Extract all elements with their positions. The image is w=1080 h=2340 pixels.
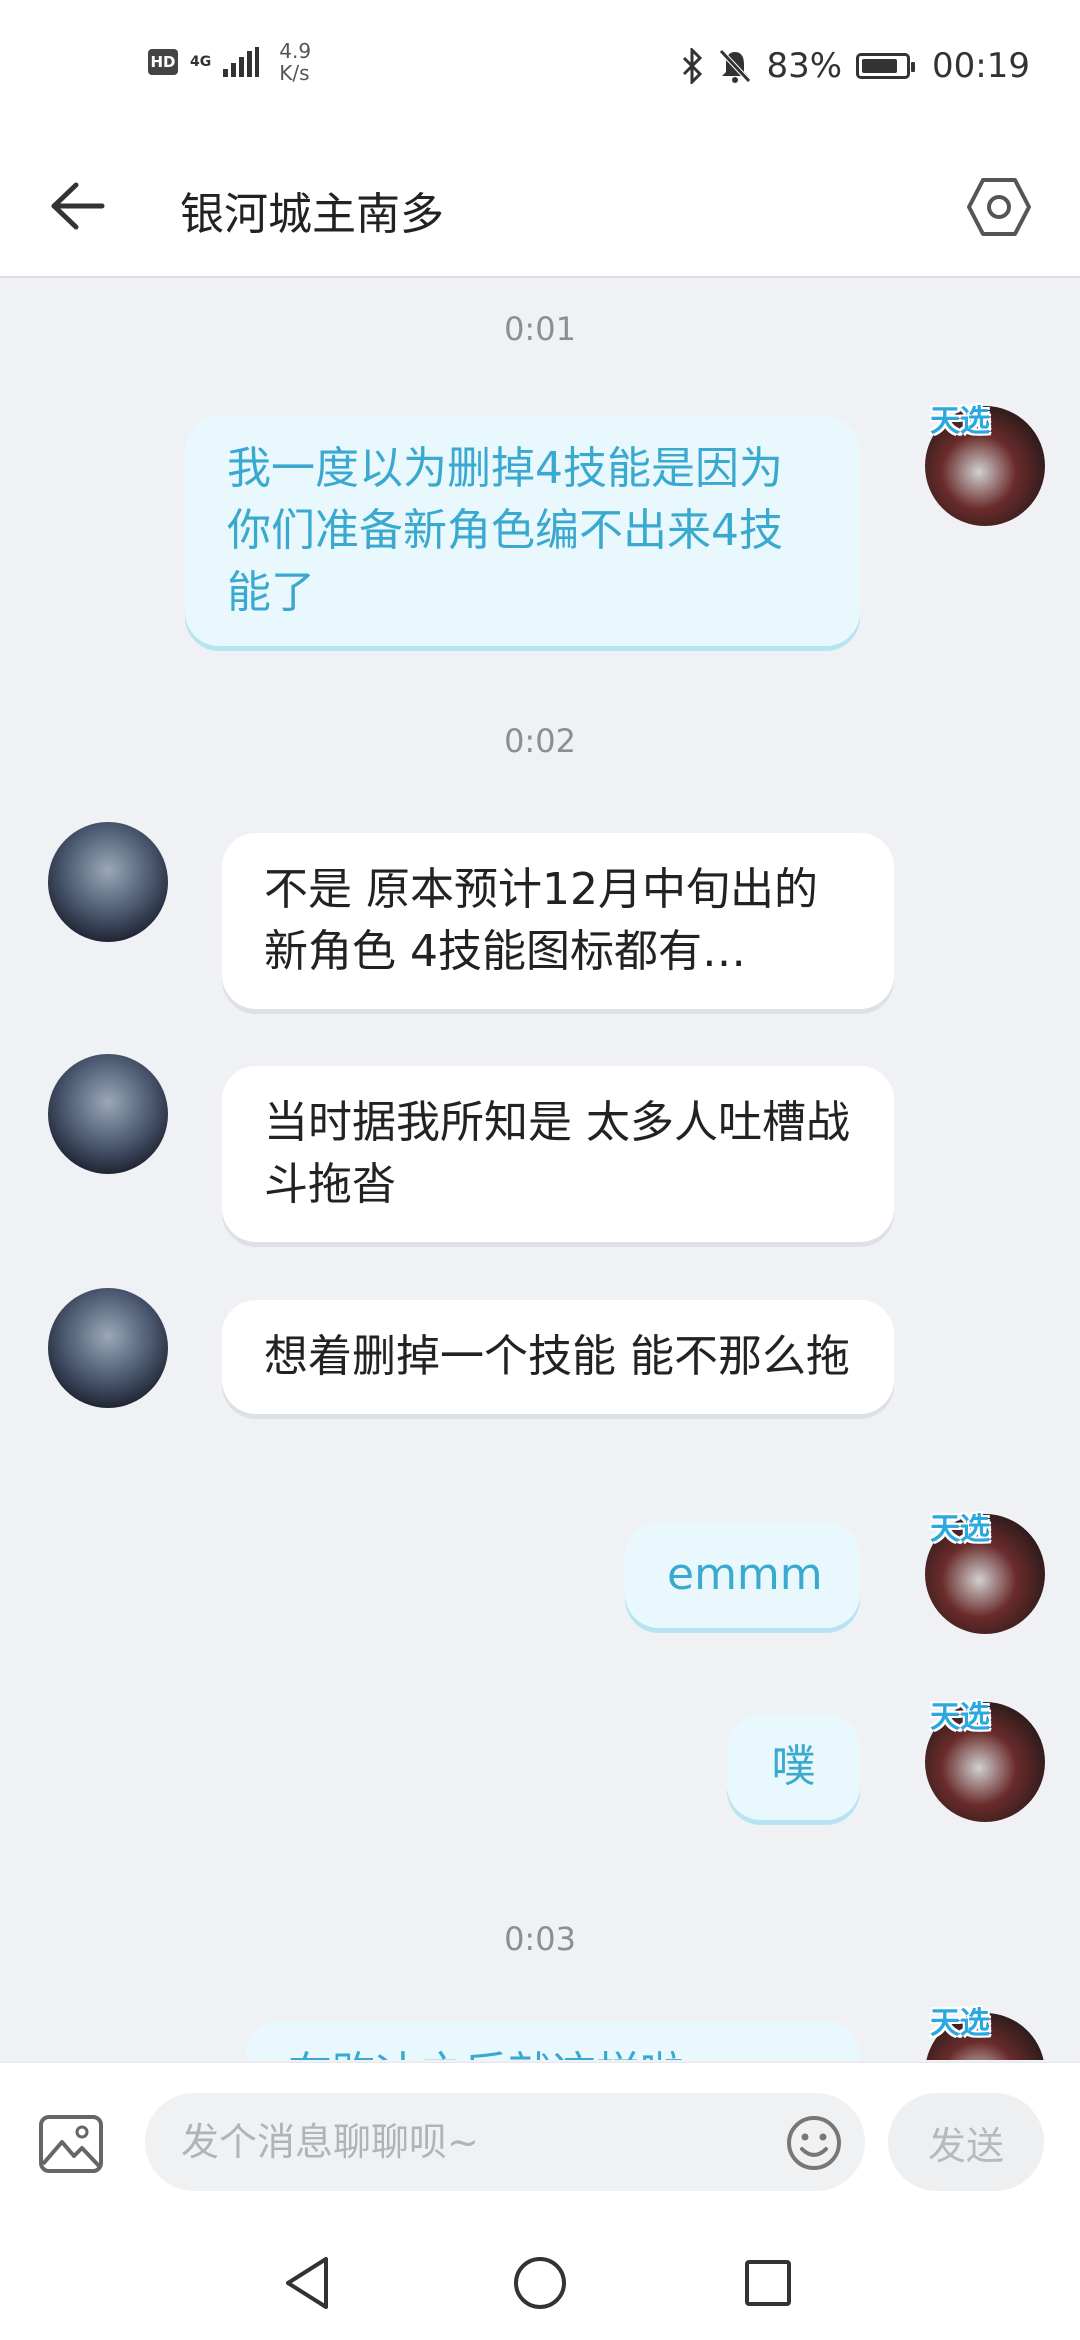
page-title: 银河城主南多 — [180, 189, 444, 240]
message-bubble-incoming[interactable]: 当时据我所知是 太多人吐槽战斗拖沓 — [222, 1066, 894, 1242]
avatar-sticker: 天选 — [930, 1998, 1060, 2058]
contact-avatar[interactable] — [48, 1288, 168, 1408]
emoji-icon — [787, 2116, 841, 2170]
emoji-button[interactable] — [785, 2114, 843, 2172]
net-speed-value: 4.9 — [279, 39, 312, 63]
hd-badge: HD — [148, 49, 178, 75]
bluetooth-icon — [683, 48, 703, 84]
contact-avatar[interactable] — [48, 822, 168, 942]
battery-percent: 83% — [766, 46, 843, 86]
message-input[interactable] — [145, 2093, 865, 2191]
message-bubble-incoming[interactable]: 不是 原本预计12月中旬出的新角色 4技能图标都有… — [222, 833, 894, 1009]
message-input-bar: 发送 — [0, 2062, 1080, 2221]
settings-hexagon-icon — [967, 178, 1031, 236]
avatar-sticker: 天选 — [930, 1692, 1060, 1752]
avatar-sticker: 天选 — [930, 396, 1060, 456]
contact-avatar[interactable] — [48, 1054, 168, 1174]
net-speed: 4.9 K/s — [279, 40, 311, 84]
nav-back-button[interactable] — [272, 2248, 342, 2318]
status-right: 83% 00:19 — [682, 46, 1030, 86]
avatar-sticker: 天选 — [930, 1504, 1060, 1564]
image-button[interactable] — [36, 2109, 106, 2179]
net-speed-unit: K/s — [279, 61, 310, 85]
network-type: 4G — [190, 54, 212, 70]
system-nav-bar — [0, 2220, 1080, 2340]
network-indicator: 4G — [190, 55, 211, 69]
image-icon — [39, 2115, 103, 2173]
back-button[interactable] — [50, 166, 120, 246]
status-bar: HD 4G 4.9 K/s 83% 00:19 — [0, 0, 1080, 138]
message-bubble-outgoing[interactable]: 噗 — [727, 1714, 860, 1820]
battery-fill — [862, 59, 898, 73]
clock: 00:19 — [932, 46, 1030, 86]
timestamp: 0:01 — [504, 310, 576, 348]
sticker-text: 天选 — [930, 2006, 990, 2041]
mute-bell-icon — [719, 49, 752, 83]
settings-button[interactable] — [956, 164, 1042, 250]
timestamp: 0:02 — [504, 722, 576, 760]
nav-home-icon — [514, 2257, 566, 2309]
sticker-text: 天选 — [930, 1700, 990, 1735]
message-list[interactable]: 0:01 我一度以为删掉4技能是因为你们准备新角色编不出来4技能了 天选 0:0… — [0, 278, 1080, 2060]
timestamp: 0:03 — [504, 1920, 576, 1958]
message-bubble-outgoing[interactable]: 在购冰之后就这样啦 — [246, 2021, 860, 2060]
sticker-text: 天选 — [930, 404, 990, 439]
status-left: HD 4G 4.9 K/s — [148, 40, 311, 84]
chat-header: 银河城主南多 — [0, 138, 1080, 278]
nav-recents-button[interactable] — [733, 2248, 803, 2318]
message-bubble-incoming[interactable]: 想着删掉一个技能 能不那么拖 — [222, 1300, 894, 1414]
message-bubble-outgoing[interactable]: 我一度以为删掉4技能是因为你们准备新角色编不出来4技能了 — [185, 416, 860, 646]
nav-recents-icon — [745, 2260, 791, 2306]
arrow-left-icon — [51, 182, 105, 230]
sticker-text: 天选 — [930, 1512, 990, 1547]
message-bubble-outgoing[interactable]: emmm — [625, 1522, 860, 1628]
nav-home-button[interactable] — [505, 2248, 575, 2318]
battery-icon — [856, 53, 916, 79]
signal-icon — [223, 47, 260, 77]
send-button[interactable]: 发送 — [888, 2093, 1044, 2191]
nav-back-icon — [286, 2257, 328, 2309]
